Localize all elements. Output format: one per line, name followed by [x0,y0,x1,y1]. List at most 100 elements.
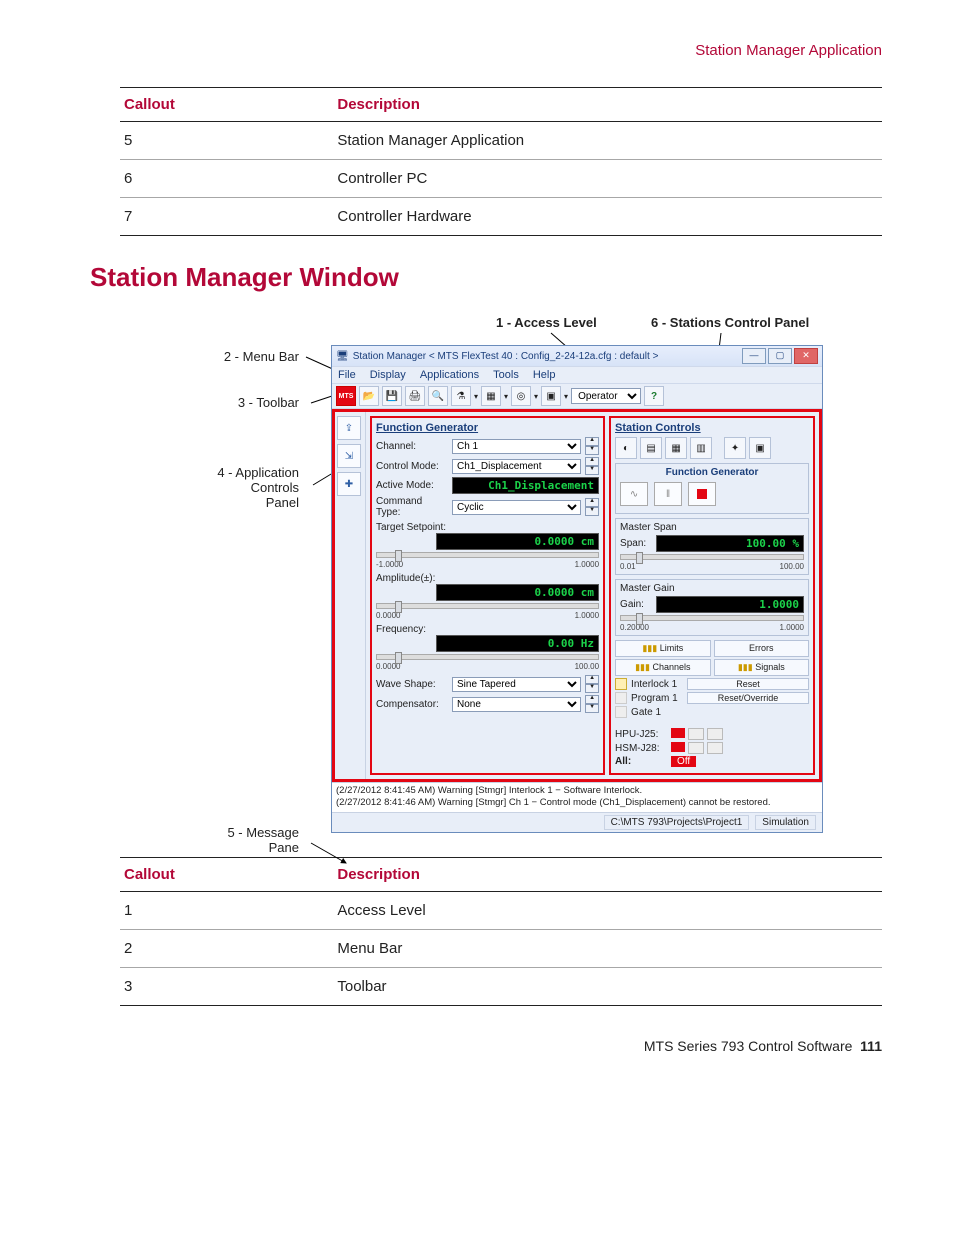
menu-applications[interactable]: Applications [420,369,479,381]
spinner[interactable]: ▲▼ [585,675,599,693]
target-setpoint-display: 0.0000 cm [436,533,599,550]
target-slider[interactable] [376,552,599,558]
table-row: 1Access Level [120,891,882,929]
figure: 1 - Access Level 6 - Stations Control Pa… [151,315,851,833]
span-slider[interactable] [620,554,804,560]
stop-button[interactable] [688,482,716,506]
message-line: (2/27/2012 8:41:45 AM) Warning [Stmgr] I… [336,785,818,797]
callout-table-2: Callout Description 1Access Level 2Menu … [120,857,882,1006]
tool3-icon[interactable]: ◎ [511,386,531,406]
sc-icon-4[interactable]: ▥ [690,437,712,459]
tool-icon[interactable]: ⚗ [451,386,471,406]
table-row: 6Controller PC [120,160,882,198]
spinner[interactable]: ▲▼ [585,457,599,475]
application-controls-panel: ⇪ ⇲ ✚ [335,412,366,779]
access-level-select[interactable]: Operator [571,388,641,404]
callout-6: 6 - Stations Control Panel [651,315,809,330]
interlock-indicator [615,678,627,690]
close-button[interactable]: ✕ [794,348,818,364]
sc-icon-6[interactable]: ▣ [749,437,771,459]
reset-override-button[interactable]: Reset/Override [687,692,809,704]
hpu-controls[interactable] [671,728,723,740]
col-description: Description [333,88,882,122]
all-off-indicator: Off [671,756,696,767]
mts-logo-icon: MTS [336,386,356,406]
gain-display: 1.0000 [656,596,804,613]
command-type-select[interactable]: Cyclic [452,500,581,515]
frequency-display: 0.00 Hz [436,635,599,652]
active-mode-display: Ch1_Displacement [452,477,599,494]
wave-shape-select[interactable]: Sine Tapered [452,677,581,692]
sc-icon-2[interactable]: ▤ [640,437,662,459]
menu-bar: File Display Applications Tools Help [332,366,822,383]
menu-display[interactable]: Display [370,369,406,381]
panel-btn-3-icon[interactable]: ✚ [337,472,361,496]
play-button[interactable]: ∿ [620,482,648,506]
amplitude-slider[interactable] [376,603,599,609]
menu-file[interactable]: File [338,369,356,381]
table-row: 3Toolbar [120,967,882,1005]
message-line: (2/27/2012 8:41:46 AM) Warning [Stmgr] C… [336,797,818,809]
section-heading: Station Manager Window [90,262,882,293]
hsm-controls[interactable] [671,742,723,754]
dropdown-icon[interactable]: ▾ [564,392,568,401]
spinner[interactable]: ▲▼ [585,498,599,516]
sc-fg-title: Function Generator [620,467,804,478]
dropdown-icon[interactable]: ▾ [474,392,478,401]
spinner[interactable]: ▲▼ [585,695,599,713]
callout-table-1: Callout Description 5Station Manager App… [120,87,882,236]
master-span-label: Master Span [620,522,804,533]
save-icon[interactable]: 💾 [382,386,402,406]
main-outline: ⇪ ⇲ ✚ Function Generator Channel:Ch 1▲▼ … [332,409,822,782]
col-callout: Callout [120,88,333,122]
frequency-slider[interactable] [376,654,599,660]
maximize-button[interactable]: ▢ [768,348,792,364]
span-display: 100.00 % [656,535,804,552]
sc-icon-5[interactable]: ✦ [724,437,746,459]
amplitude-display: 0.0000 cm [436,584,599,601]
signals-button[interactable]: ▮▮▮ Signals [714,659,809,676]
preview-icon[interactable]: 🔍 [428,386,448,406]
master-gain-label: Master Gain [620,583,804,594]
gain-slider[interactable] [620,615,804,621]
callout-3: 3 - Toolbar [169,395,299,410]
help-icon[interactable]: ? [644,386,664,406]
sc-icon-3[interactable]: ▦ [665,437,687,459]
col-description: Description [333,857,882,891]
menu-help[interactable]: Help [533,369,556,381]
pause-button[interactable]: ‖ [654,482,682,506]
window-title: 🖥Station Manager < MTS FlexTest 40 : Con… [336,351,658,362]
channels-button[interactable]: ▮▮▮ Channels [615,659,710,676]
callout-4: 4 - Application Controls Panel [169,465,299,510]
page-number: 111 [860,1038,882,1054]
station-manager-window: 🖥Station Manager < MTS FlexTest 40 : Con… [331,345,823,833]
open-icon[interactable]: 📂 [359,386,379,406]
panel-btn-2-icon[interactable]: ⇲ [337,444,361,468]
channel-select[interactable]: Ch 1 [452,439,581,454]
tool2-icon[interactable]: ▦ [481,386,501,406]
errors-button[interactable]: Errors [714,640,809,657]
program-indicator [615,692,627,704]
tool4-icon[interactable]: ▣ [541,386,561,406]
callout-1: 1 - Access Level [496,315,597,330]
compensator-select[interactable]: None [452,697,581,712]
message-pane: (2/27/2012 8:41:45 AM) Warning [Stmgr] I… [332,782,822,812]
print-icon[interactable]: 🖨 [405,386,425,406]
panel-btn-1-icon[interactable]: ⇪ [337,416,361,440]
dropdown-icon[interactable]: ▾ [504,392,508,401]
col-callout: Callout [120,857,333,891]
fg-title: Function Generator [376,422,599,434]
control-mode-select[interactable]: Ch1_Displacement [452,459,581,474]
status-path: C:\MTS 793\Projects\Project1 [604,815,750,830]
table-row: 7Controller Hardware [120,198,882,236]
menu-tools[interactable]: Tools [493,369,519,381]
dropdown-icon[interactable]: ▾ [534,392,538,401]
sc-icon-1[interactable]: ◐ [615,437,637,459]
station-controls-panel: Station Controls ◐ ▤ ▦ ▥ ✦ ▣ Function Ge… [609,416,815,775]
function-generator-panel: Function Generator Channel:Ch 1▲▼ Contro… [370,416,605,775]
spinner[interactable]: ▲▼ [585,437,599,455]
callout-5: 5 - Message Pane [169,825,299,855]
minimize-button[interactable]: — [742,348,766,364]
reset-button[interactable]: Reset [687,678,809,690]
limits-button[interactable]: ▮▮▮ Limits [615,640,710,657]
